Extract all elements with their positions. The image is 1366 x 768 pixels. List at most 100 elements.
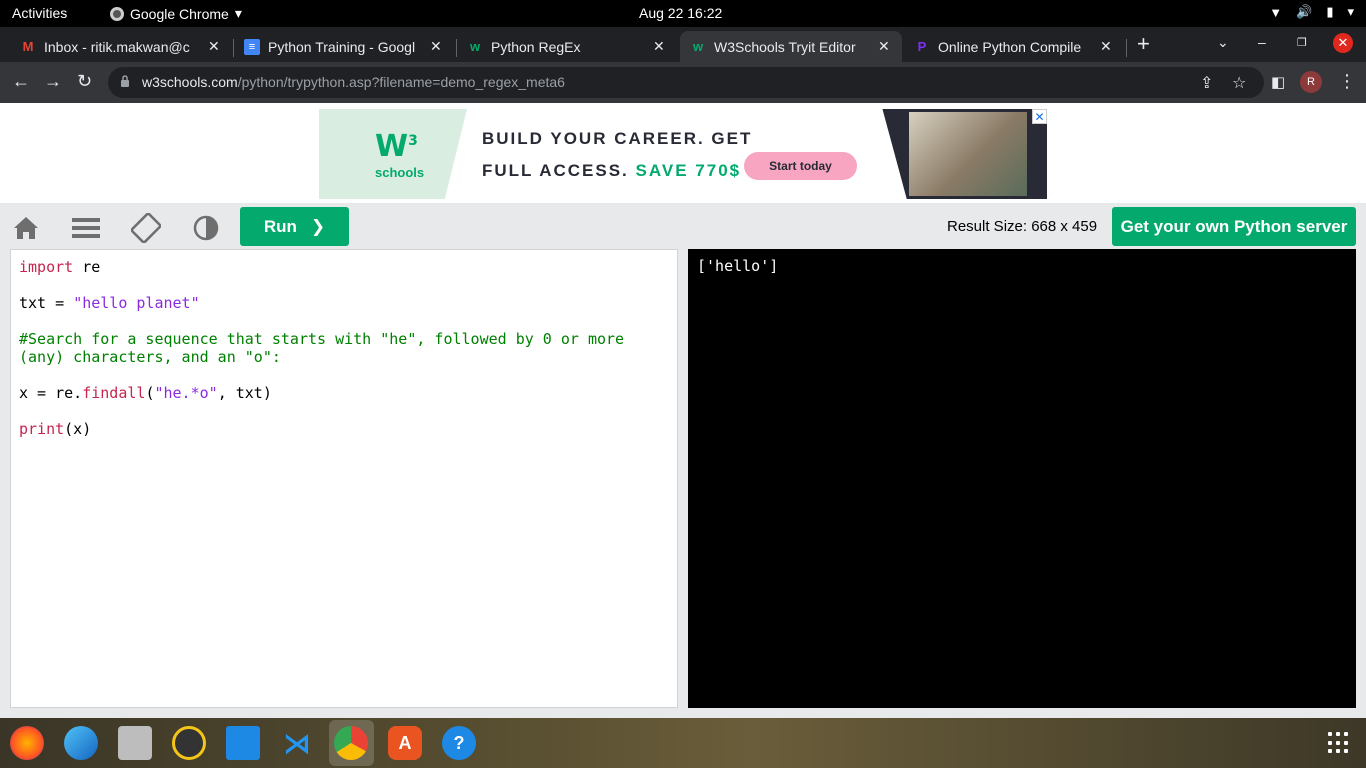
restore-icon[interactable]: ❐ bbox=[1297, 36, 1307, 49]
side-panel-icon[interactable]: ◧ bbox=[1271, 73, 1285, 91]
volume-icon: 🔊 bbox=[1296, 4, 1313, 19]
web-page: W3 schools BUILD YOUR CAREER. GET FULL A… bbox=[0, 103, 1366, 718]
dark-mode-toggle-icon[interactable] bbox=[191, 213, 221, 243]
ad-area: W3 schools BUILD YOUR CAREER. GET FULL A… bbox=[0, 103, 1366, 203]
tab-strip: M Inbox - ritik.makwan@c ✕ ≡ Python Trai… bbox=[0, 27, 1366, 62]
tab-inbox[interactable]: M Inbox - ritik.makwan@c ✕ bbox=[10, 31, 232, 62]
vscode-icon[interactable]: ⋊ bbox=[280, 726, 314, 760]
ad-photo bbox=[909, 112, 1027, 196]
bookmark-star-icon[interactable]: ☆ bbox=[1232, 73, 1246, 93]
w3schools-logo: W3 bbox=[375, 129, 418, 164]
share-icon[interactable]: ⇪ bbox=[1200, 73, 1213, 93]
close-tab-icon[interactable]: ✕ bbox=[1100, 38, 1114, 55]
tab-python-regex[interactable]: w Python RegEx ✕ bbox=[457, 31, 677, 62]
code-text: re bbox=[73, 258, 101, 276]
rhythmbox-icon[interactable] bbox=[172, 726, 206, 760]
clock[interactable]: Aug 22 16:22 bbox=[639, 5, 722, 21]
battery-icon: ▮ bbox=[1326, 4, 1334, 19]
ad-headline-line2: FULL ACCESS. SAVE 770$ bbox=[482, 161, 741, 181]
activities-button[interactable]: Activities bbox=[12, 5, 67, 21]
writer-icon[interactable] bbox=[226, 726, 260, 760]
close-window-icon[interactable]: ✕ bbox=[1333, 33, 1353, 53]
tab-search-icon[interactable]: ⌄ bbox=[1217, 34, 1229, 51]
close-tab-icon[interactable]: ✕ bbox=[878, 38, 892, 55]
tab-title: Python Training - Googl bbox=[268, 38, 416, 55]
chrome-menu-icon[interactable]: ⋮ bbox=[1338, 71, 1356, 92]
minimize-icon[interactable]: – bbox=[1258, 34, 1266, 50]
url-host: w3schools.com bbox=[142, 74, 238, 90]
wifi-icon: ▼ bbox=[1269, 4, 1283, 20]
w3schools-icon: w bbox=[469, 39, 481, 54]
software-center-icon[interactable]: A bbox=[388, 726, 422, 760]
code-text: txt = bbox=[19, 294, 74, 312]
profile-avatar[interactable]: R bbox=[1300, 71, 1322, 93]
ad-banner[interactable]: W3 schools BUILD YOUR CAREER. GET FULL A… bbox=[319, 109, 1047, 199]
get-python-server-button[interactable]: Get your own Python server bbox=[1112, 207, 1356, 246]
ad-close-icon[interactable]: ✕ bbox=[1032, 109, 1047, 124]
code-text: , txt) bbox=[217, 384, 272, 402]
logo-w: W bbox=[375, 129, 409, 164]
code-string: "hello planet" bbox=[73, 294, 200, 312]
run-button[interactable]: Run ❯ bbox=[240, 207, 349, 246]
programiz-icon: P bbox=[917, 39, 927, 54]
files-icon[interactable] bbox=[118, 726, 152, 760]
rotate-orientation-icon[interactable] bbox=[131, 213, 161, 243]
app-name: Google Chrome bbox=[130, 5, 229, 22]
forward-icon[interactable]: → bbox=[44, 71, 62, 92]
tryit-toolbar: Run ❯ Result Size: 668 x 459 Get your ow… bbox=[0, 207, 1366, 247]
thunderbird-icon[interactable] bbox=[64, 726, 98, 760]
app-menu[interactable]: Google Chrome ▾ bbox=[110, 5, 242, 22]
tab-title: Online Python Compile bbox=[938, 38, 1082, 55]
tab-python-training[interactable]: ≡ Python Training - Googl ✕ bbox=[234, 31, 454, 62]
url-text: w3schools.com/python/trypython.asp?filen… bbox=[142, 74, 565, 90]
code-text: (x) bbox=[64, 420, 92, 438]
code-text: x = re. bbox=[19, 384, 83, 402]
url-path: /python/trypython.asp?filename=demo_rege… bbox=[237, 74, 565, 90]
code-function: findall bbox=[82, 384, 146, 402]
logo-schools-text: schools bbox=[375, 165, 425, 180]
system-top-bar: Activities Google Chrome ▾ Aug 22 16:22 … bbox=[0, 0, 1366, 27]
address-bar[interactable]: w3schools.com/python/trypython.asp?filen… bbox=[108, 67, 1264, 98]
ad-start-today-button[interactable]: Start today bbox=[744, 152, 857, 180]
dropdown-icon: ▾ bbox=[234, 5, 242, 21]
tab-w3schools-tryit[interactable]: w W3Schools Tryit Editor ✕ bbox=[680, 31, 902, 62]
tab-title: W3Schools Tryit Editor bbox=[714, 38, 856, 55]
system-tray[interactable]: ▼ 🔊 ▮ ▾ bbox=[1269, 4, 1354, 20]
result-output-panel: ['hello'] bbox=[688, 249, 1356, 708]
back-icon[interactable]: ← bbox=[12, 71, 30, 92]
tab-online-python-compiler[interactable]: P Online Python Compile ✕ bbox=[904, 31, 1124, 62]
chevron-right-icon: ❯ bbox=[310, 216, 326, 236]
result-size-label: Result Size: 668 x 459 bbox=[947, 218, 1098, 235]
ad-line2-prefix: FULL ACCESS. bbox=[482, 161, 629, 180]
menu-icon[interactable] bbox=[71, 213, 101, 243]
chrome-icon bbox=[110, 6, 124, 21]
show-applications-icon[interactable] bbox=[1328, 732, 1350, 754]
code-keyword: import bbox=[19, 258, 74, 276]
taskbar-dock: ⋊ A ? bbox=[0, 718, 1366, 768]
ad-save-text: SAVE 770$ bbox=[635, 161, 742, 180]
close-tab-icon[interactable]: ✕ bbox=[430, 38, 444, 55]
docs-icon: ≡ bbox=[244, 38, 260, 55]
browser-toolbar: ← → ↻ w3schools.com/python/trypython.asp… bbox=[0, 62, 1366, 103]
code-editor[interactable]: import re txt = "hello planet" #Search f… bbox=[10, 249, 678, 708]
help-icon[interactable]: ? bbox=[442, 726, 476, 760]
code-comment: #Search for a sequence that starts with … bbox=[19, 330, 625, 366]
tab-title: Inbox - ritik.makwan@c bbox=[44, 38, 190, 55]
lock-icon bbox=[121, 75, 129, 87]
close-tab-icon[interactable]: ✕ bbox=[208, 38, 222, 55]
close-tab-icon[interactable]: ✕ bbox=[653, 38, 667, 55]
run-label: Run bbox=[263, 216, 297, 236]
gmail-icon: M bbox=[22, 39, 34, 54]
ad-headline-line1: BUILD YOUR CAREER. GET bbox=[482, 129, 753, 148]
home-icon[interactable] bbox=[11, 213, 41, 243]
w3schools-icon: w bbox=[692, 39, 704, 54]
power-menu-icon: ▾ bbox=[1347, 4, 1354, 19]
tab-separator bbox=[1126, 39, 1127, 57]
firefox-icon[interactable] bbox=[10, 726, 44, 760]
logo-sup: 3 bbox=[408, 133, 418, 149]
code-function: print bbox=[19, 420, 65, 438]
code-string: "he.*o" bbox=[154, 384, 218, 402]
new-tab-button[interactable]: + bbox=[1137, 31, 1150, 57]
reload-icon[interactable]: ↻ bbox=[77, 71, 92, 92]
chrome-icon[interactable] bbox=[334, 726, 368, 760]
